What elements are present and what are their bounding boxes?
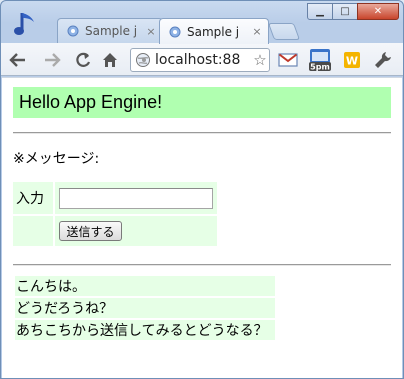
back-button[interactable] [7,49,29,71]
maximize-icon: □ [340,6,350,17]
app-engine-favicon-icon [169,26,181,37]
tab-title: Sample j [187,24,240,39]
horizontal-divider [13,264,391,266]
minimize-icon: ▁ [316,6,324,17]
home-icon [103,53,117,67]
extension-icon: W [344,52,360,68]
address-text: localhost:88 [155,52,241,68]
browser-window: Sample j × Sample j × ▁ □ ✕ localhost:88… [0,0,404,379]
music-note-logo-icon [11,9,41,39]
calendar-badge: 5pm [310,63,330,72]
extension-badge: W [346,55,358,68]
forward-arrow-icon [45,53,61,67]
address-bar[interactable]: localhost:88 ☆ [130,48,270,72]
tab-sample-active[interactable]: Sample j × [159,18,269,44]
calendar-button[interactable]: 5pm [307,46,333,72]
reload-button[interactable] [72,49,94,71]
close-window-button[interactable]: ✕ [357,3,399,20]
message-note-label: ※メッセージ: [13,151,100,167]
page-content: Hello App Engine! ※メッセージ: 入力 送信する こんちは。 … [2,77,402,378]
wrench-icon [375,52,391,68]
new-tab-button[interactable] [267,23,301,40]
app-engine-favicon-icon [67,25,79,37]
settings-wrench-button[interactable] [372,49,394,71]
home-button[interactable] [99,49,121,71]
horizontal-divider [13,132,391,134]
page-header: Hello App Engine! [13,87,391,118]
tab-title: Sample j [85,24,138,38]
title-bar: Sample j × Sample j × ▁ □ ✕ [1,1,403,44]
message-list-item: あちこちから送信してみるとどうなる？ [15,320,275,340]
window-controls: ▁ □ ✕ [307,3,399,20]
gmail-button[interactable] [276,49,300,71]
close-icon: ✕ [373,6,383,17]
submit-button[interactable]: 送信する [59,221,122,241]
maximize-button[interactable]: □ [332,3,358,20]
browser-toolbar: localhost:88 ☆ 5pm W [1,43,403,76]
message-list-item: こんちは。 [15,276,275,296]
empty-cell [13,216,53,246]
calendar-icon: 5pm [309,49,331,72]
globe-icon [136,53,150,67]
back-arrow-icon [9,53,25,67]
message-list-item: どうだろうね？ [15,298,275,318]
extension-button[interactable]: W [341,49,363,71]
message-input[interactable] [59,188,213,209]
star-icon[interactable]: ☆ [251,51,269,69]
tab-sample-inactive[interactable]: Sample j × [57,18,163,43]
tab-close-icon[interactable]: × [144,25,158,38]
forward-button[interactable] [41,49,63,71]
input-label: 入力 [13,182,53,214]
minimize-button[interactable]: ▁ [307,3,333,20]
gmail-icon [278,53,298,67]
reload-icon [76,52,91,67]
tab-close-icon[interactable]: × [250,25,264,38]
